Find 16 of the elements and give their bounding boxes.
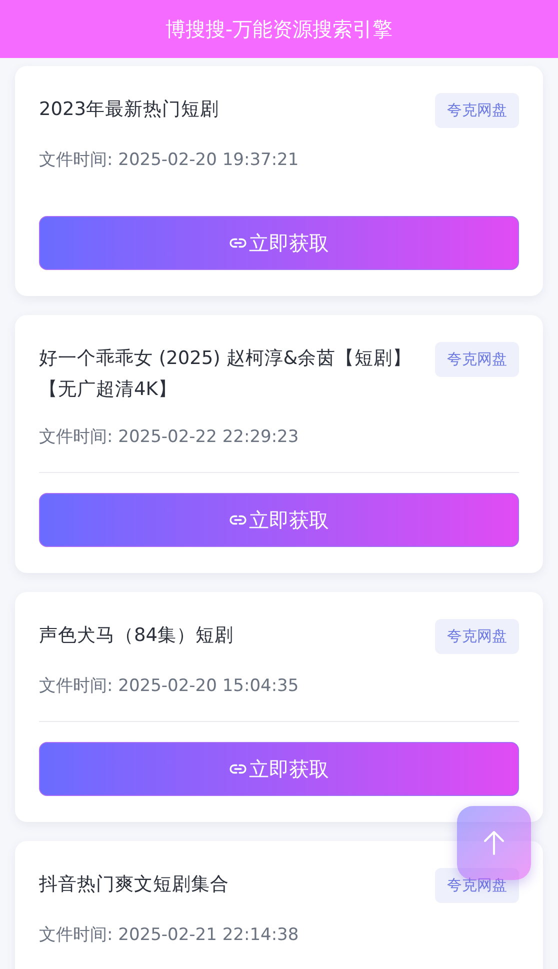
file-time: 文件时间: 2025-02-21 22:14:38 xyxy=(39,924,300,946)
result-title: 好一个乖乖女 (2025) 赵柯淳&余茵【短剧】【无广超清4K】 xyxy=(39,347,413,402)
result-title: 2023年最新热门短剧 xyxy=(39,98,220,122)
header-title: 博搜搜-万能资源搜索引擎 xyxy=(165,16,393,42)
file-time: 文件时间: 2025-02-20 19:37:21 xyxy=(39,149,300,171)
file-time: 文件时间: 2025-02-22 22:29:23 xyxy=(39,426,300,448)
get-button[interactable]: 立即获取 xyxy=(39,742,519,796)
get-button[interactable]: 立即获取 xyxy=(39,216,519,270)
source-tag: 夸克网盘 xyxy=(435,619,519,654)
source-tag: 夸克网盘 xyxy=(435,868,519,903)
get-button[interactable]: 立即获取 xyxy=(39,493,519,547)
source-tag: 夸克网盘 xyxy=(435,342,519,377)
result-title: 声色犬马（84集）短剧 xyxy=(39,624,234,648)
file-time: 文件时间: 2025-02-20 15:04:35 xyxy=(39,675,300,697)
source-tag: 夸克网盘 xyxy=(435,93,519,128)
result-title: 抖音热门爽文短剧集合 xyxy=(39,873,229,897)
